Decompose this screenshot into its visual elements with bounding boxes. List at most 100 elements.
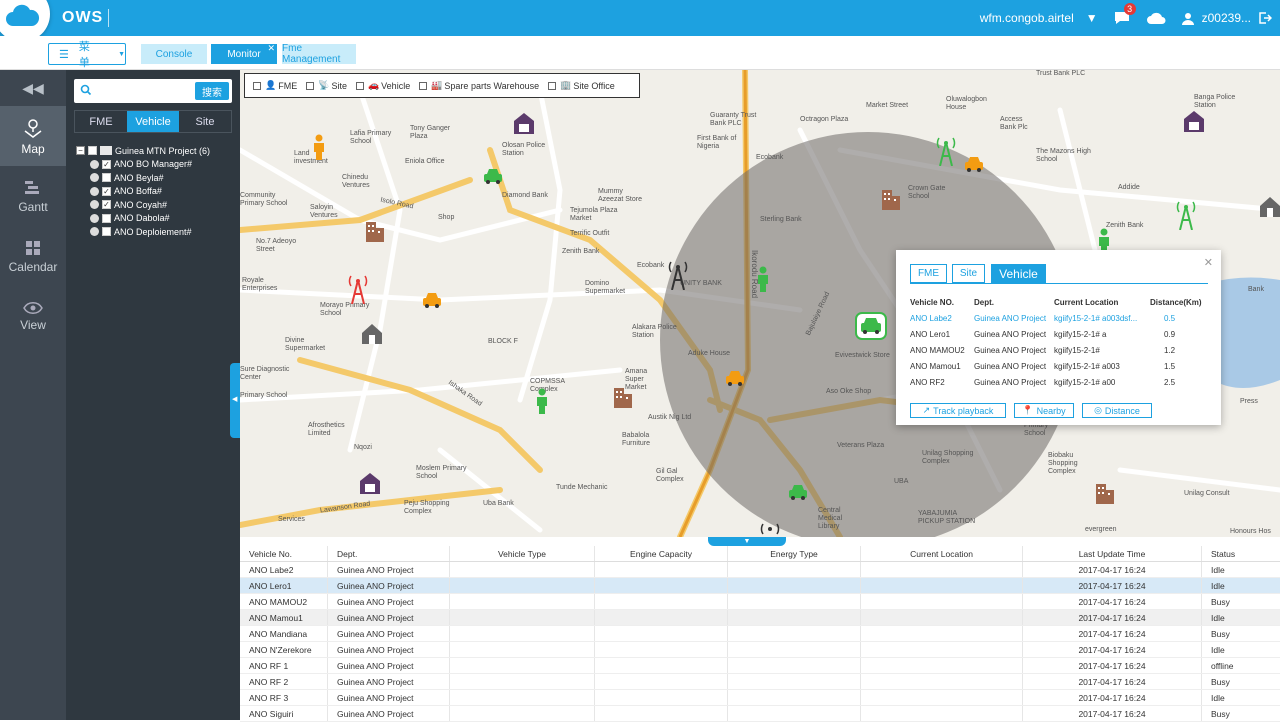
table-row[interactable]: ANO Mamou1 Guinea ANO Project kgiify15-2… [910, 358, 1210, 374]
site-tower-icon[interactable] [666, 260, 690, 293]
office-icon[interactable] [880, 186, 902, 213]
filter-vehicle[interactable]: 🚗 Vehicle [355, 80, 410, 91]
search-button[interactable]: 搜索 [195, 82, 229, 100]
column-header[interactable]: Current Location [861, 546, 1023, 561]
house-icon[interactable] [360, 322, 384, 347]
office-icon[interactable] [364, 218, 386, 245]
popup-tab-vehicle[interactable]: Vehicle [991, 264, 1046, 283]
warehouse-icon[interactable] [512, 112, 536, 137]
table-row[interactable]: ANO Lero1 Guinea ANO Project 2017-04-17 16… [240, 578, 1280, 594]
warehouse-icon[interactable] [358, 472, 382, 497]
tree-item[interactable]: ANO Deploiement# [76, 225, 210, 239]
site-tower-icon[interactable] [346, 274, 370, 307]
table-row[interactable]: ANO MAMOU2 Guinea ANO Project 2017-04-17 1… [240, 594, 1280, 610]
car-icon[interactable] [788, 484, 808, 503]
table-row[interactable]: ANO Labe2 Guinea ANO Project 2017-04-17 16… [240, 562, 1280, 578]
tab-console[interactable]: Console [141, 44, 207, 64]
tree-item[interactable]: ✓ ANO Boffa# [76, 185, 210, 199]
tab-fme-management[interactable]: Fme Management [282, 43, 356, 65]
menu-button[interactable]: ☰ 菜单 ▼ [48, 41, 126, 69]
tree-item[interactable]: ✓ ANO BO Manager# [76, 158, 210, 172]
checkbox[interactable] [102, 227, 111, 237]
table-row[interactable]: ANO N'Zerekore Guinea ANO Project 2017-04-… [240, 642, 1280, 658]
user-icon[interactable] [1181, 12, 1194, 25]
filter-warehouse[interactable]: 🏭 Spare parts Warehouse [419, 80, 539, 91]
checkbox[interactable] [102, 213, 111, 223]
message-icon[interactable]: 3 [1114, 3, 1136, 25]
checkbox[interactable]: ✓ [102, 159, 111, 169]
checkbox[interactable] [253, 81, 261, 90]
map-view[interactable]: 👤 FME 📡 Site 🚗 Vehicle 🏭 Spare parts Warehou… [240, 70, 1280, 537]
checkbox[interactable] [548, 81, 557, 90]
column-header[interactable]: Energy Type [728, 546, 861, 561]
checkbox[interactable]: ✓ [102, 200, 111, 210]
distance-button[interactable]: ◎ Distance [1082, 403, 1152, 418]
logout-icon[interactable] [1259, 12, 1272, 24]
tree-item[interactable]: ✓ ANO Coyah# [76, 198, 210, 212]
tree-item[interactable]: ANO Beyla# [76, 171, 210, 185]
checkbox[interactable] [102, 173, 111, 183]
nav-map[interactable]: Map [0, 106, 66, 166]
track-playback-button[interactable]: ↗ Track playback [910, 403, 1006, 418]
chevron-down-icon[interactable]: ▼ [1086, 11, 1098, 25]
site-tower-icon[interactable] [758, 522, 782, 537]
popup-tab-site[interactable]: Site [952, 264, 985, 283]
collapse-panel-handle[interactable]: ◀ [230, 363, 240, 438]
column-header[interactable]: Vehicle Type [450, 546, 595, 561]
selected-car-icon[interactable] [855, 312, 887, 343]
collapse-table-handle[interactable]: ▼ [708, 537, 786, 546]
checkbox[interactable] [419, 81, 428, 90]
checkbox[interactable]: ✓ [102, 186, 111, 196]
table-row[interactable]: ANO RF2 Guinea ANO Project kgiify15-2-1#… [910, 374, 1210, 390]
fme-marker[interactable] [312, 134, 326, 163]
table-row[interactable]: ANO MAMOU2 Guinea ANO Project kgiify15-2… [910, 342, 1210, 358]
tree-root[interactable]: − Guinea MTN Project (6) [76, 144, 210, 158]
filter-site[interactable]: 📡 Site [306, 80, 347, 91]
column-header[interactable]: Last Update Time [1023, 546, 1202, 561]
collapse-icon[interactable]: − [76, 146, 85, 156]
tab-vehicle[interactable]: Vehicle [127, 111, 179, 132]
close-icon[interactable]: ✕ [267, 43, 275, 54]
domain-selector[interactable]: wfm.congob.airtel [980, 11, 1074, 25]
column-header[interactable]: Engine Capacity [595, 546, 728, 561]
office-icon[interactable] [1094, 480, 1116, 507]
checkbox[interactable] [306, 81, 315, 90]
tree-item[interactable]: ANO Dabola# [76, 212, 210, 226]
office-icon[interactable] [612, 384, 634, 411]
site-tower-icon[interactable] [934, 136, 958, 169]
checkbox[interactable] [355, 81, 364, 90]
house-icon[interactable] [1258, 195, 1280, 220]
table-row[interactable]: ANO Labe2 Guinea ANO Project kgiify15-2-… [910, 310, 1210, 326]
car-icon[interactable] [964, 156, 984, 175]
warehouse-icon[interactable] [1182, 110, 1206, 135]
car-icon[interactable] [422, 292, 442, 311]
user-name[interactable]: z00239... [1202, 11, 1251, 25]
nav-calendar[interactable]: Calendar [0, 226, 66, 286]
filter-site-office[interactable]: 🏢 Site Office [548, 80, 615, 91]
tab-monitor[interactable]: Monitor ✕ [211, 43, 277, 64]
table-row[interactable]: ANO RF 1 Guinea ANO Project 2017-04-17 16:… [240, 658, 1280, 674]
nav-gantt[interactable]: Gantt [0, 166, 66, 226]
cloud-sync-icon[interactable] [1146, 11, 1166, 25]
column-header[interactable]: Dept. [328, 546, 450, 561]
column-header[interactable]: Status [1202, 546, 1280, 561]
tab-site[interactable]: Site [179, 111, 231, 132]
table-row[interactable]: ANO Lero1 Guinea ANO Project kgiify15-2-… [910, 326, 1210, 342]
filter-fme[interactable]: 👤 FME [253, 80, 297, 91]
close-icon[interactable]: ✕ [1204, 256, 1213, 269]
fme-marker[interactable] [756, 266, 770, 295]
table-row[interactable]: ANO RF 3 Guinea ANO Project 2017-04-17 16:… [240, 690, 1280, 706]
collapse-nav-icon[interactable]: ◀◀ [0, 70, 66, 106]
car-icon[interactable] [483, 168, 503, 187]
tab-fme[interactable]: FME [75, 111, 127, 132]
nav-view[interactable]: View [0, 286, 66, 346]
table-row[interactable]: ANO Mandiana Guinea ANO Project 2017-04-17… [240, 626, 1280, 642]
site-tower-icon[interactable] [1174, 200, 1198, 233]
checkbox[interactable] [88, 146, 97, 156]
search-input[interactable] [96, 82, 196, 100]
column-header[interactable]: Vehicle No. [240, 546, 328, 561]
fme-marker[interactable] [535, 388, 549, 417]
car-icon[interactable] [725, 370, 745, 389]
table-row[interactable]: ANO RF 2 Guinea ANO Project 2017-04-17 16:… [240, 674, 1280, 690]
nearby-button[interactable]: 📍 Nearby [1014, 403, 1074, 418]
